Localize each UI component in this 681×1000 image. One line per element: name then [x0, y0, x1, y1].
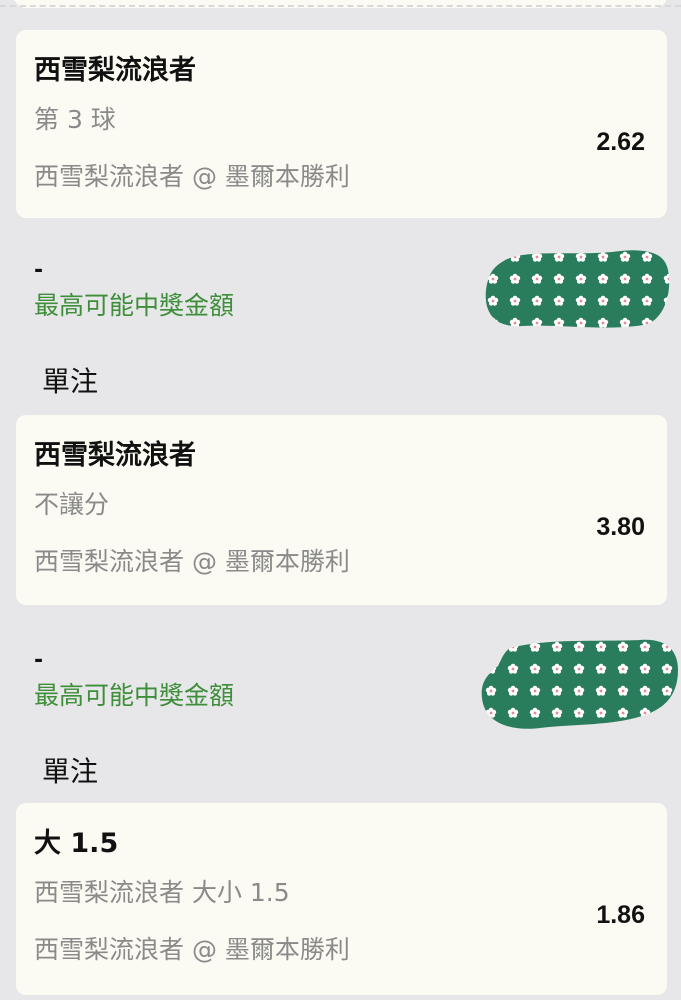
bet-type-label: 單注: [42, 755, 99, 788]
bet-card[interactable]: 西雪梨流浪者 不讓分 西雪梨流浪者 @ 墨爾本勝利 3.80: [16, 415, 667, 605]
odds-value: 1.86: [596, 901, 645, 929]
selection-name: 西雪梨流浪者: [34, 440, 196, 471]
selection-name: 西雪梨流浪者: [34, 55, 196, 86]
bet-type-label: 單注: [42, 365, 99, 398]
max-win-value: -: [34, 258, 44, 283]
market-name: 西雪梨流浪者 大小 1.5: [34, 878, 290, 907]
selection-name: 大 1.5: [34, 828, 119, 859]
event-name: 西雪梨流浪者 @ 墨爾本勝利: [34, 935, 350, 964]
redaction-pattern-icon: [481, 639, 678, 729]
max-win-value: -: [34, 648, 44, 673]
max-win-label: 最高可能中獎金額: [34, 291, 235, 320]
market-name: 不讓分: [34, 490, 110, 519]
event-name: 西雪梨流浪者 @ 墨爾本勝利: [34, 547, 350, 576]
odds-value: 3.80: [596, 513, 645, 541]
stake-section: - 最高可能中獎金額 單注: [0, 639, 681, 820]
event-name: 西雪梨流浪者 @ 墨爾本勝利: [34, 162, 350, 191]
bet-card[interactable]: 西雪梨流浪者 第 3 球 西雪梨流浪者 @ 墨爾本勝利 2.62: [16, 30, 667, 218]
market-name: 第 3 球: [34, 105, 116, 134]
bet-card[interactable]: 大 1.5 西雪梨流浪者 大小 1.5 西雪梨流浪者 @ 墨爾本勝利 1.86: [16, 803, 667, 995]
odds-value: 2.62: [596, 128, 645, 156]
betslip-top-edge: [0, 0, 681, 10]
stake-section: - 最高可能中獎金額 單注: [0, 250, 681, 430]
dashed-divider: [0, 5, 681, 7]
redaction-pattern-icon: [485, 250, 670, 328]
max-win-label: 最高可能中獎金額: [34, 681, 235, 710]
